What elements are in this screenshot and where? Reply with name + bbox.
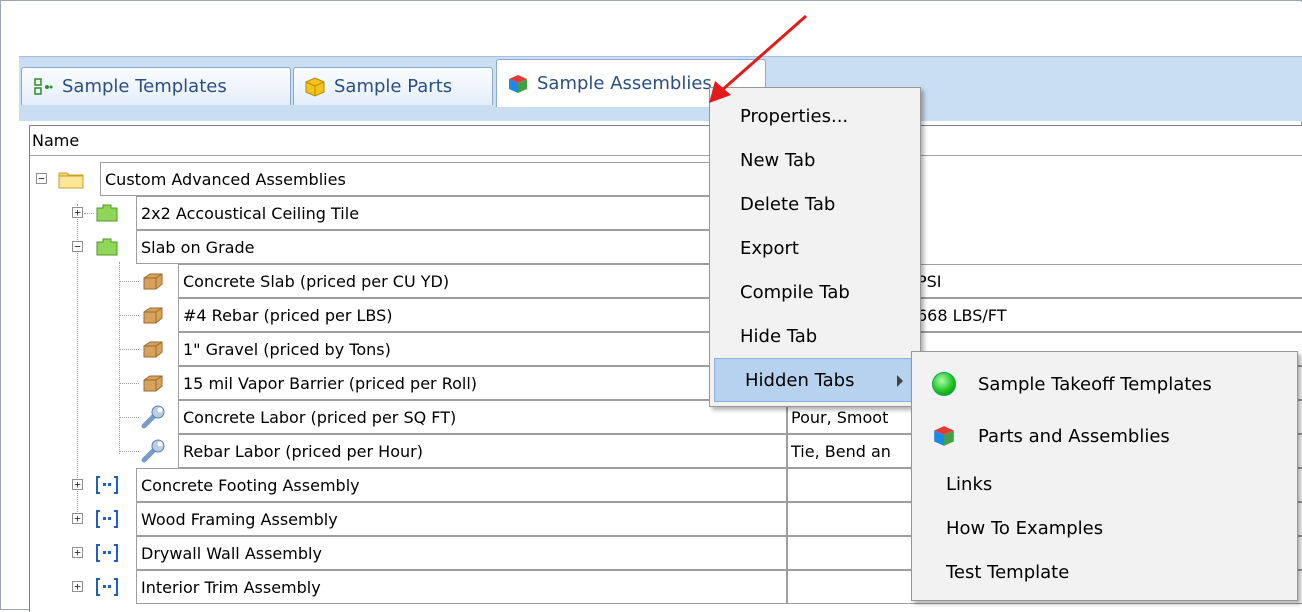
row-name: Concrete Footing Assembly <box>136 468 788 502</box>
expand-toggle[interactable]: + <box>72 513 83 524</box>
menu-item-new-tab[interactable]: New Tab <box>710 138 920 182</box>
menu-item-hide-tab[interactable]: Hide Tab <box>710 314 920 358</box>
menu-item-hidden-tabs[interactable]: Hidden Tabs <box>714 358 914 402</box>
row-name: Rebar Labor (priced per Hour) <box>178 434 788 468</box>
menu-item-sample-takeoff-templates[interactable]: Sample Takeoff Templates <box>912 362 1297 406</box>
submenu-arrow-icon <box>897 375 903 387</box>
menu-item-export[interactable]: Export <box>710 226 920 270</box>
tree-line <box>119 417 139 418</box>
tree-row[interactable]: + 2x2 Accoustical Ceiling Tile <box>30 196 1302 230</box>
menu-item-label: Parts and Assemblies <box>978 425 1170 447</box>
assembly-blue-icon <box>94 508 120 530</box>
assembly-blue-icon <box>94 542 120 564</box>
row-name: Custom Advanced Assemblies <box>100 162 788 196</box>
application-window: Sample Templates Sample Parts Sample Ass… <box>0 0 1302 612</box>
annotation-arrow <box>709 14 807 103</box>
row-name: 15 mil Vapor Barrier (priced per Roll) <box>178 366 788 400</box>
menu-item-parts-and-assemblies[interactable]: Parts and Assemblies <box>912 414 1297 458</box>
row-name: Concrete Labor (priced per SQ FT) <box>178 400 788 434</box>
tree-line <box>119 451 139 452</box>
assembly-green-icon <box>94 236 120 258</box>
tree-row[interactable]: #4 Rebar (priced per LBS) 668 LBS/FT <box>30 298 1302 332</box>
row-name: Wood Framing Assembly <box>136 502 788 536</box>
collapse-toggle[interactable]: − <box>72 241 83 252</box>
assembly-green-icon <box>94 202 120 224</box>
expand-toggle[interactable]: + <box>72 207 83 218</box>
part-box-icon <box>140 372 166 394</box>
tab-sample-templates[interactable]: Sample Templates <box>21 67 291 105</box>
menu-item-how-to-examples[interactable]: How To Examples <box>912 506 1297 550</box>
menu-item-label: Delete Tab <box>740 193 836 215</box>
assembly-blue-icon <box>94 474 120 496</box>
green-status-icon <box>932 372 956 396</box>
toolbar-area <box>2 2 1302 56</box>
expand-toggle[interactable]: + <box>72 581 83 592</box>
menu-item-label: Hidden Tabs <box>745 369 855 391</box>
wrench-icon <box>140 404 166 429</box>
tree-line <box>119 349 139 350</box>
assembly-blue-icon <box>94 576 120 598</box>
tree-row[interactable]: − Slab on Grade <box>30 230 1302 264</box>
menu-item-links[interactable]: Links <box>912 462 1297 506</box>
tree-line <box>119 383 139 384</box>
assembly-cube-icon <box>507 73 529 95</box>
menu-item-label: Export <box>740 237 799 259</box>
menu-item-compile-tab[interactable]: Compile Tab <box>710 270 920 314</box>
tab-label: Sample Templates <box>62 76 227 97</box>
tab-context-menu: Properties... New Tab Delete Tab Export … <box>709 87 921 407</box>
tab-label: Sample Assemblies <box>537 73 712 94</box>
part-box-icon <box>140 338 166 360</box>
tree-row[interactable]: Concrete Slab (priced per CU YD) PSI <box>30 264 1302 298</box>
row-name: Interior Trim Assembly <box>136 570 788 604</box>
column-header-name[interactable]: Name <box>30 126 1302 156</box>
row-name: 1" Gravel (priced by Tons) <box>178 332 788 366</box>
menu-item-label: Compile Tab <box>740 281 850 303</box>
row-name: Concrete Slab (priced per CU YD) <box>178 264 788 298</box>
tab-sample-parts[interactable]: Sample Parts <box>293 67 493 105</box>
menu-item-label: Hide Tab <box>740 325 818 347</box>
expand-toggle[interactable]: + <box>72 479 83 490</box>
menu-item-label: How To Examples <box>946 517 1104 539</box>
tree-line <box>119 315 139 316</box>
tree-line <box>119 281 139 282</box>
row-name: Drywall Wall Assembly <box>136 536 788 570</box>
folder-icon <box>58 168 84 190</box>
tab-label: Sample Parts <box>334 76 453 97</box>
menu-item-label: New Tab <box>740 149 816 171</box>
row-name: #4 Rebar (priced per LBS) <box>178 298 788 332</box>
tree-row[interactable]: − Custom Advanced Assemblies <box>30 162 1302 196</box>
assembly-cube-icon <box>932 424 956 453</box>
part-box-icon <box>140 304 166 326</box>
row-name: 2x2 Accoustical Ceiling Tile <box>136 196 788 230</box>
hidden-tabs-submenu: Sample Takeoff Templates Parts and Assem… <box>911 351 1298 601</box>
expand-toggle[interactable]: + <box>72 547 83 558</box>
part-box-icon <box>304 76 326 98</box>
tree-line <box>84 213 94 214</box>
templates-icon <box>32 76 54 98</box>
row-name: Slab on Grade <box>136 230 788 264</box>
menu-item-label: Links <box>946 473 993 495</box>
part-box-icon <box>140 270 166 292</box>
tab-bar: Sample Templates Sample Parts Sample Ass… <box>19 56 1302 121</box>
collapse-toggle[interactable]: − <box>36 173 47 184</box>
menu-item-test-template[interactable]: Test Template <box>912 550 1297 594</box>
menu-item-label: Test Template <box>946 561 1070 583</box>
menu-item-label: Sample Takeoff Templates <box>978 373 1212 395</box>
menu-item-delete-tab[interactable]: Delete Tab <box>710 182 920 226</box>
wrench-icon <box>140 438 166 463</box>
